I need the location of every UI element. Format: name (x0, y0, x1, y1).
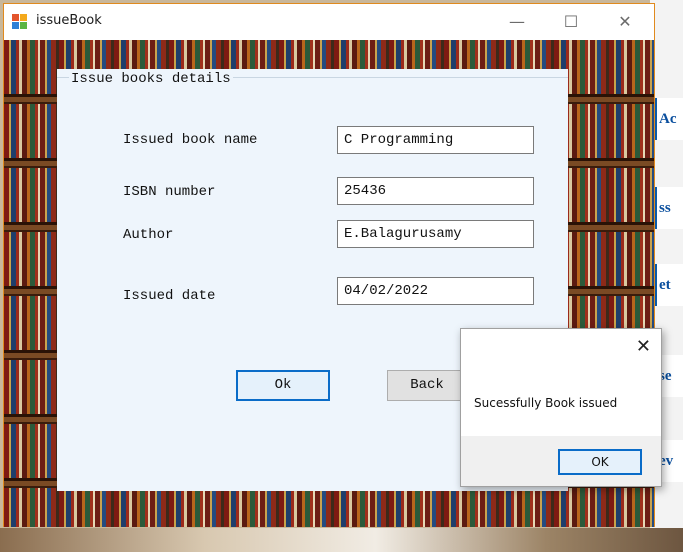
app-icon (12, 14, 28, 30)
author-field[interactable]: E.Balagurusamy (337, 220, 534, 248)
book-name-field[interactable]: C Programming (337, 126, 534, 154)
desktop-background (0, 528, 683, 552)
window-title: issueBook (36, 13, 102, 28)
dialog-close-button[interactable]: ✕ (636, 336, 651, 357)
isbn-field[interactable]: 25436 (337, 177, 534, 205)
group-box-title: Issue books details (69, 71, 233, 87)
author-label: Author (123, 227, 174, 243)
maximize-button[interactable]: ☐ (548, 4, 594, 40)
message-dialog: ✕ Sucessfully Book issued OK (460, 328, 662, 487)
dialog-ok-button[interactable]: OK (558, 449, 642, 475)
minimize-button[interactable]: — (494, 4, 540, 40)
background-text-fragment: et (654, 264, 683, 306)
background-text-fragment: Ac (654, 98, 683, 140)
close-button[interactable]: ✕ (602, 4, 648, 40)
back-button[interactable]: Back (387, 370, 467, 401)
background-text-fragment: ss (654, 187, 683, 229)
issued-date-label: Issued date (123, 288, 216, 304)
book-name-label: Issued book name (123, 132, 258, 148)
issued-date-field[interactable]: 04/02/2022 (337, 277, 534, 305)
isbn-label: ISBN number (123, 184, 216, 200)
title-bar[interactable]: issueBook — ☐ ✕ (4, 4, 654, 40)
ok-button[interactable]: Ok (236, 370, 330, 401)
dialog-message: Sucessfully Book issued (474, 396, 618, 410)
